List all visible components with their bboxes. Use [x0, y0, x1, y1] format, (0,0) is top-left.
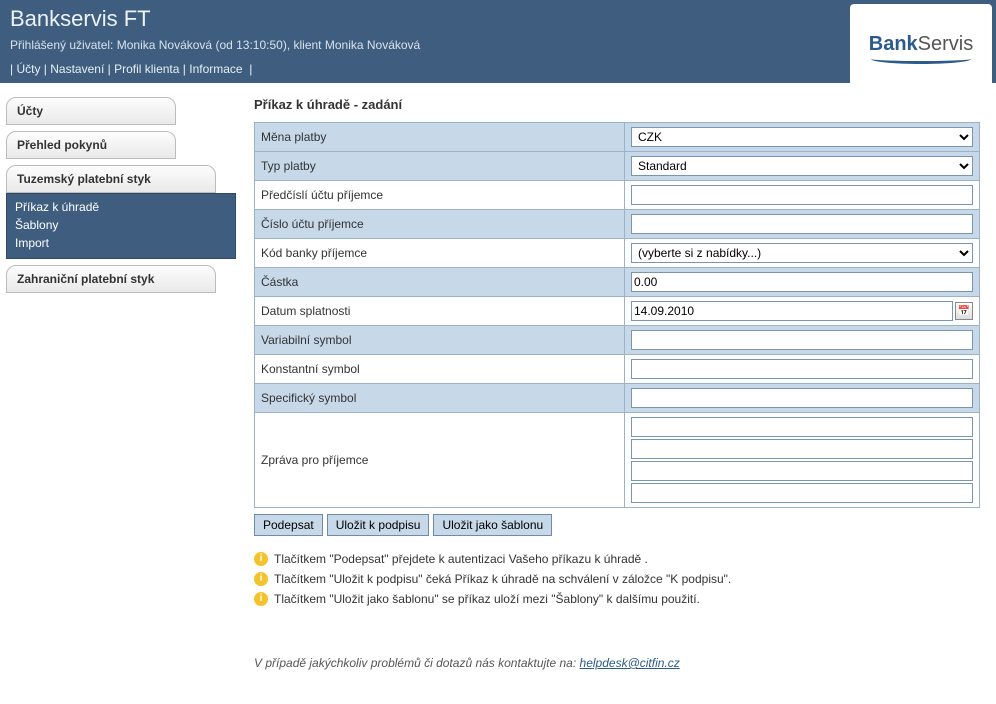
- submenu-import[interactable]: Import: [13, 234, 229, 252]
- app-header: Bankservis FT Přihlášený uživatel: Monik…: [0, 0, 996, 83]
- nav-nastaveni[interactable]: Nastavení: [50, 62, 104, 76]
- nav-informace[interactable]: Informace: [189, 62, 242, 76]
- hint-2: Tlačítkem "Uložit k podpisu" čeká Příkaz…: [274, 572, 731, 586]
- button-row: Podepsat Uložit k podpisu Uložit jako ša…: [254, 514, 980, 536]
- calendar-icon[interactable]: 📅: [955, 302, 973, 320]
- input-zprava-1[interactable]: [631, 417, 973, 437]
- select-typ[interactable]: Standard: [631, 156, 973, 176]
- label-zprava: Zpráva pro příjemce: [255, 413, 625, 508]
- label-vs: Variabilní symbol: [255, 326, 625, 355]
- hint-3: Tlačítkem "Uložit jako šablonu" se příka…: [274, 592, 700, 606]
- label-castka: Částka: [255, 268, 625, 297]
- label-kod: Kód banky příjemce: [255, 239, 625, 268]
- input-datum[interactable]: [631, 301, 953, 321]
- label-predcisli: Předčíslí účtu příjemce: [255, 181, 625, 210]
- footer: V případě jakýchkoliv problémů či dotazů…: [254, 656, 980, 670]
- header-nav: | Účty | Nastavení | Profil klienta | In…: [0, 58, 996, 84]
- info-icon: i: [254, 592, 268, 606]
- input-zprava-2[interactable]: [631, 439, 973, 459]
- tab-prehled-pokynu[interactable]: Přehled pokynů: [6, 131, 176, 159]
- brand-logo: BankServis: [850, 4, 992, 92]
- content-area: Příkaz k úhradě - zadání Měna platby CZK…: [254, 97, 990, 670]
- podepsat-button[interactable]: Podepsat: [254, 514, 323, 536]
- input-cislo[interactable]: [631, 214, 973, 234]
- payment-form: Měna platby CZK Typ platby Standard Před…: [254, 122, 980, 508]
- nav-ucty[interactable]: Účty: [16, 62, 40, 76]
- label-datum: Datum splatnosti: [255, 297, 625, 326]
- sidebar: Účty Přehled pokynů Tuzemský platební st…: [6, 97, 236, 670]
- input-ss[interactable]: [631, 388, 973, 408]
- input-castka[interactable]: [631, 272, 973, 292]
- input-zprava-4[interactable]: [631, 483, 973, 503]
- hints: i Tlačítkem "Podepsat" přejdete k autenti…: [254, 552, 980, 606]
- tab-zahranicni[interactable]: Zahraniční platební styk: [6, 265, 216, 293]
- submenu-tuzemsky: Příkaz k úhradě Šablony Import: [6, 193, 236, 259]
- select-mena[interactable]: CZK: [631, 127, 973, 147]
- input-ks[interactable]: [631, 359, 973, 379]
- label-ks: Konstantní symbol: [255, 355, 625, 384]
- tab-tuzemsky[interactable]: Tuzemský platební styk: [6, 165, 216, 193]
- app-title: Bankservis FT: [0, 0, 996, 34]
- submenu-sablony[interactable]: Šablony: [13, 216, 229, 234]
- label-cislo: Číslo účtu příjemce: [255, 210, 625, 239]
- submenu-prikaz[interactable]: Příkaz k úhradě: [13, 198, 229, 216]
- info-icon: i: [254, 552, 268, 566]
- label-ss: Specifický symbol: [255, 384, 625, 413]
- input-vs[interactable]: [631, 330, 973, 350]
- user-line: Přihlášený uživatel: Monika Nováková (od…: [0, 34, 996, 58]
- tab-ucty[interactable]: Účty: [6, 97, 176, 125]
- input-predcisli[interactable]: [631, 185, 973, 205]
- hint-1: Tlačítkem "Podepsat" přejdete k autentiz…: [274, 552, 648, 566]
- page-title: Příkaz k úhradě - zadání: [254, 97, 980, 112]
- nav-profil[interactable]: Profil klienta: [114, 62, 179, 76]
- ulozit-sablonu-button[interactable]: Uložit jako šablonu: [433, 514, 552, 536]
- label-mena: Měna platby: [255, 123, 625, 152]
- ulozit-k-podpisu-button[interactable]: Uložit k podpisu: [327, 514, 430, 536]
- select-kod[interactable]: (vyberte si z nabídky...): [631, 243, 973, 263]
- info-icon: i: [254, 572, 268, 586]
- label-typ: Typ platby: [255, 152, 625, 181]
- input-zprava-3[interactable]: [631, 461, 973, 481]
- helpdesk-link[interactable]: helpdesk@citfin.cz: [580, 656, 680, 670]
